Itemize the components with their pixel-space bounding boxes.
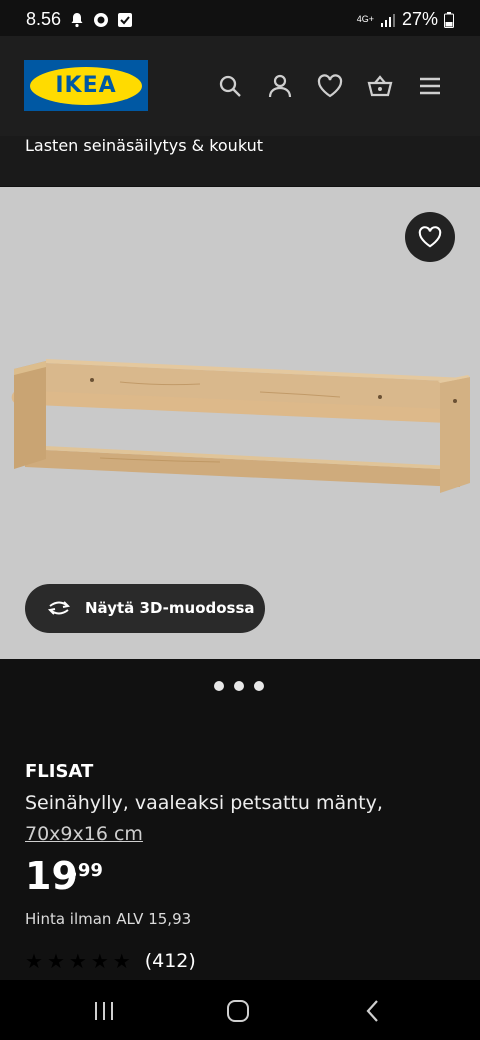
menu-icon[interactable]: [417, 73, 443, 99]
battery-icon: [444, 11, 454, 28]
price-whole: 19: [25, 854, 78, 898]
network-type: 4G+: [356, 14, 374, 24]
product-name: FLISAT: [25, 761, 94, 782]
logo-text: IKEA: [30, 66, 142, 105]
back-icon[interactable]: [360, 998, 386, 1024]
ikea-logo[interactable]: IKEA: [24, 60, 148, 111]
star-icon: ★: [90, 949, 109, 973]
product-size-link[interactable]: 70x9x16 cm: [25, 823, 143, 845]
account-icon[interactable]: [267, 73, 293, 99]
heart-icon: [418, 226, 442, 248]
heart-icon[interactable]: [317, 73, 343, 99]
site-header: IKEA: [0, 36, 480, 136]
breadcrumb-bar: Lasten seinäsäilytys & koukut: [0, 136, 480, 186]
status-time: 8.56: [26, 9, 62, 29]
star-icon: ★: [46, 949, 65, 973]
status-right: 4G+ 27%: [357, 9, 454, 30]
review-count[interactable]: (412): [145, 950, 196, 972]
price-cents: ,99: [71, 860, 103, 881]
view-3d-button[interactable]: Näytä 3D-muodossa: [25, 584, 265, 633]
star-icon: ★: [112, 949, 131, 973]
app-notification-icon: [94, 12, 109, 27]
gallery-dot-1[interactable]: [214, 681, 224, 691]
bell-icon: [71, 12, 83, 27]
rotate-3d-icon: [47, 601, 71, 615]
status-left: 8.56: [26, 9, 133, 30]
recent-apps-icon[interactable]: [91, 998, 117, 1024]
view-3d-label: Näytä 3D-muodossa: [85, 599, 255, 617]
product-description: Seinähylly, vaaleaksi petsattu mänty, 70…: [25, 788, 465, 850]
system-nav-bar: [0, 980, 480, 1040]
product-description-text: Seinähylly, vaaleaksi petsattu mänty,: [25, 792, 383, 814]
gallery-pagination: [214, 681, 264, 691]
checkbox-notification-icon: [118, 12, 133, 27]
star-icon: ★: [68, 949, 87, 973]
favorite-button[interactable]: [405, 212, 455, 262]
breadcrumb[interactable]: Lasten seinäsäilytys & koukut: [25, 136, 263, 155]
status-bar: 8.56 4G+ 27%: [0, 0, 480, 38]
star-icon: ★: [25, 949, 43, 973]
gallery-dot-3[interactable]: [254, 681, 264, 691]
product-rating[interactable]: ★ ★ ★ ★ ★ (412): [25, 950, 196, 972]
signal-icon: [380, 13, 395, 27]
search-icon[interactable]: [217, 73, 243, 99]
home-icon[interactable]: [225, 998, 251, 1024]
gallery-dot-2[interactable]: [234, 681, 244, 691]
battery-percent: 27%: [401, 9, 438, 29]
price-excl-vat: Hinta ilman ALV 15,93: [25, 910, 192, 928]
basket-icon[interactable]: [367, 73, 393, 99]
